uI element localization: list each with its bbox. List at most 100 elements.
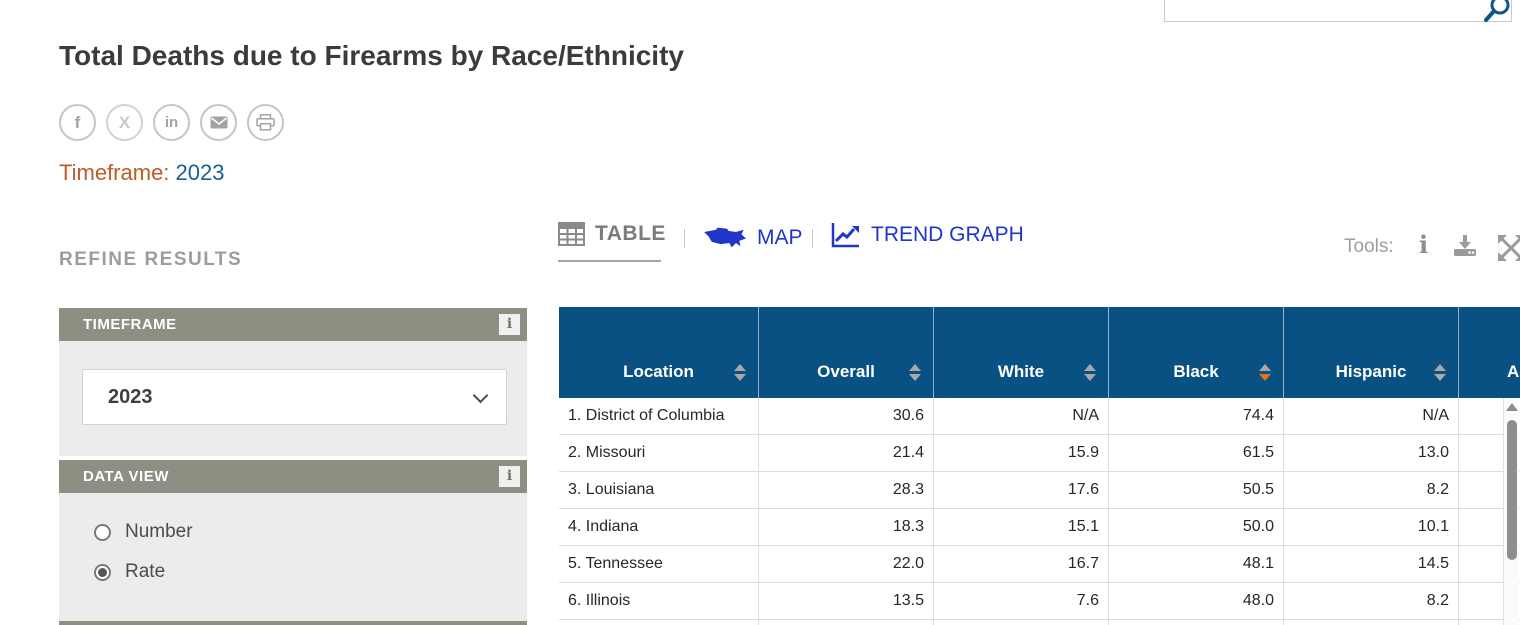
cell-overall: 28.3 [759,472,934,509]
tab-trend-graph[interactable]: TREND GRAPH [830,221,1024,249]
cell-black: 61.5 [1109,435,1284,472]
dataview-panel-title: DATA VIEW [83,460,169,493]
tab-map-label: MAP [757,226,803,250]
dataview-panel-body [59,493,527,621]
cell-overall: 13.5 [759,583,934,620]
site-search-box [1164,0,1512,22]
cell-location: 6. Illinois [559,583,759,620]
table-row[interactable]: 5. Tennessee 22.0 16.7 48.1 14.5 [559,546,1520,583]
cell-black: 48.1 [1109,546,1284,583]
table-header-row: Location Overall White Black Hispanic As… [559,307,1520,398]
cell-white: 7.6 [934,583,1109,620]
refine-results-heading: REFINE RESULTS [59,249,242,271]
cell-black: 48.0 [1109,583,1284,620]
scrollbar-up-arrow-icon[interactable] [1506,403,1518,411]
info-icon[interactable]: i [499,466,520,487]
sort-icon-active-desc [1259,364,1271,381]
email-icon[interactable] [200,104,237,141]
cell-overall: 21.4 [759,435,934,472]
timeframe-value: 2023 [176,160,225,185]
tab-separator [812,229,813,248]
search-input[interactable] [1173,2,1473,20]
column-header-asian-partial[interactable]: Asian [1459,307,1520,398]
tab-separator [684,229,685,248]
cell-hispanic: 8.2 [1284,583,1459,620]
data-table: Location Overall White Black Hispanic As… [559,307,1520,625]
column-header-overall[interactable]: Overall [759,307,934,398]
cell-location: 1. District of Columbia [559,398,759,435]
table-scrollbar[interactable] [1503,398,1519,625]
kff-data-page: Total Deaths due to Firearms by Race/Eth… [0,0,1520,625]
cell-white: N/A [934,398,1109,435]
page-title: Total Deaths due to Firearms by Race/Eth… [59,40,684,72]
tab-map[interactable]: MAP [703,224,803,251]
search-icon[interactable] [1482,0,1512,24]
download-icon[interactable] [1452,234,1478,258]
facebook-icon[interactable]: f [59,104,96,141]
timeframe-line: Timeframe: 2023 [59,160,225,186]
tools-label: Tools: [1344,236,1394,258]
expand-icon[interactable] [1496,233,1520,263]
cell-white: 15.9 [934,435,1109,472]
dataview-panel-header: DATA VIEW i [59,460,527,493]
timeframe-select-value: 2023 [108,370,153,424]
linkedin-icon[interactable]: in [153,104,190,141]
cell-overall: 22.0 [759,546,934,583]
table-row[interactable]: 1. District of Columbia 30.6 N/A 74.4 N/… [559,398,1520,435]
print-icon[interactable] [247,104,284,141]
envelope-glyph [210,116,228,129]
cell-hispanic: 8.2 [1284,472,1459,509]
radio-rate[interactable]: Rate [94,561,165,583]
cell-hispanic: 14.5 [1284,546,1459,583]
sort-icon [1084,364,1096,381]
next-panel-header-sliver [59,621,527,625]
radio-rate-label: Rate [125,561,165,583]
cell-white: 15.1 [934,509,1109,546]
chevron-down-icon [473,388,489,404]
cell-location: 5. Tennessee [559,546,759,583]
cell-location: 3. Louisiana [559,472,759,509]
cell-hispanic: N/A [1284,398,1459,435]
timeframe-select[interactable]: 2023 [82,369,507,425]
table-grid-icon [558,222,585,246]
radio-circle-selected [94,564,111,581]
table-row[interactable]: 4. Indiana 18.3 15.1 50.0 10.1 [559,509,1520,546]
sort-icon [909,364,921,381]
tab-table[interactable]: TABLE [558,222,666,246]
cell-hispanic: 13.0 [1284,435,1459,472]
cell-location: 4. Indiana [559,509,759,546]
radio-circle-unselected [94,524,111,541]
radio-number-label: Number [125,521,193,543]
column-header-black[interactable]: Black [1109,307,1284,398]
timeframe-panel-title: TIMEFRAME [83,308,177,341]
trend-chart-icon [830,221,861,249]
printer-glyph [256,114,275,131]
table-row-partial [559,620,1520,625]
column-header-hispanic[interactable]: Hispanic [1284,307,1459,398]
info-icon[interactable]: i [499,314,520,335]
scrollbar-thumb[interactable] [1507,420,1517,560]
column-header-white[interactable]: White [934,307,1109,398]
radio-number[interactable]: Number [94,521,193,543]
active-tab-underline [558,260,661,262]
cell-black: 50.0 [1109,509,1284,546]
timeframe-panel-header: TIMEFRAME i [59,308,527,341]
table-row[interactable]: 6. Illinois 13.5 7.6 48.0 8.2 [559,583,1520,620]
tab-trend-graph-label: TREND GRAPH [871,223,1024,247]
x-twitter-icon[interactable]: X [106,104,143,141]
cell-overall: 30.6 [759,398,934,435]
sort-icon [1434,364,1446,381]
cell-white: 16.7 [934,546,1109,583]
cell-location: 2. Missouri [559,435,759,472]
table-row[interactable]: 3. Louisiana 28.3 17.6 50.5 8.2 [559,472,1520,509]
cell-white: 17.6 [934,472,1109,509]
column-header-location[interactable]: Location [559,307,759,398]
sort-icon [734,364,746,381]
info-icon[interactable]: i [1419,230,1428,259]
share-icons-row: f X in [59,104,284,141]
cell-overall: 18.3 [759,509,934,546]
table-row[interactable]: 2. Missouri 21.4 15.9 61.5 13.0 [559,435,1520,472]
timeframe-label: Timeframe: [59,160,169,185]
tab-table-label: TABLE [595,222,666,246]
cell-black: 74.4 [1109,398,1284,435]
